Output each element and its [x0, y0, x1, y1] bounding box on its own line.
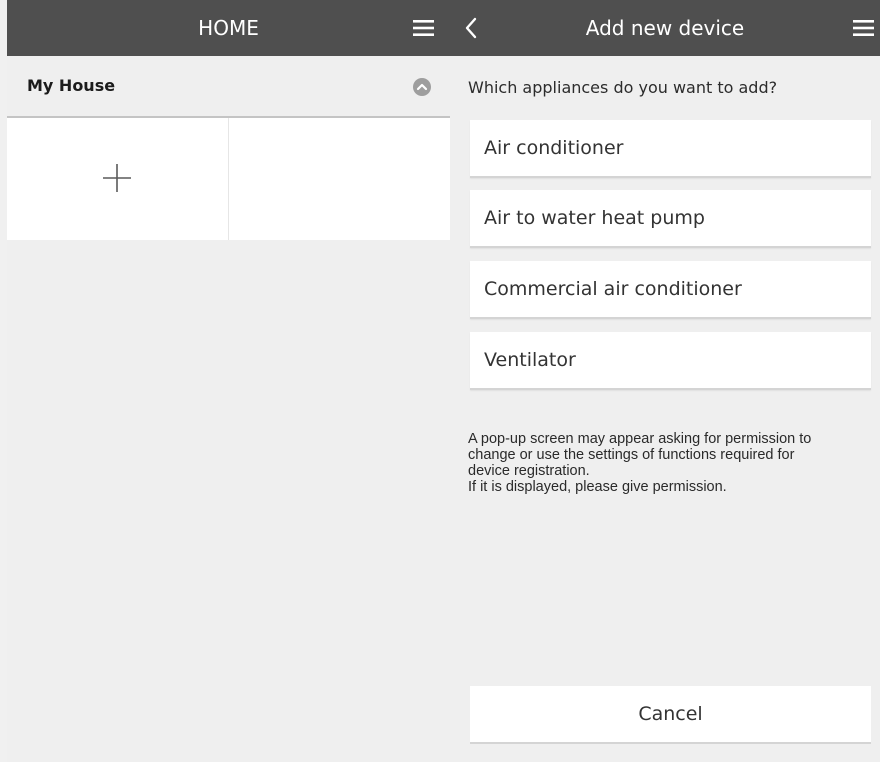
- option-air-to-water-heat-pump[interactable]: Air to water heat pump: [470, 190, 871, 248]
- option-label: Air to water heat pump: [484, 207, 705, 229]
- add-device-tile[interactable]: [7, 118, 229, 240]
- add-device-screen: Add new device Which appliances do you w…: [450, 0, 880, 762]
- note-line: A pop-up screen may appear asking for pe…: [468, 431, 812, 447]
- home-title: HOME: [198, 16, 259, 40]
- option-label: Commercial air conditioner: [484, 278, 742, 300]
- chevron-up-circle-icon[interactable]: [413, 78, 431, 96]
- option-ventilator[interactable]: Ventilator: [470, 332, 871, 390]
- cancel-label: Cancel: [638, 703, 703, 725]
- home-header: HOME: [7, 0, 450, 56]
- appliance-question: Which appliances do you want to add?: [468, 78, 778, 97]
- note-line: If it is displayed, please give permissi…: [468, 479, 727, 495]
- note-line: device registration.: [468, 463, 590, 479]
- home-screen: HOME My House: [7, 0, 450, 762]
- cancel-button[interactable]: Cancel: [470, 686, 871, 744]
- house-section-header[interactable]: My House: [7, 56, 450, 118]
- permission-note: A pop-up screen may appear asking for pe…: [468, 431, 876, 495]
- plus-icon[interactable]: [101, 162, 133, 194]
- hamburger-menu-icon[interactable]: [853, 20, 874, 36]
- device-grid: [7, 118, 450, 240]
- add-device-header: Add new device: [450, 0, 880, 56]
- hamburger-menu-icon[interactable]: [413, 20, 434, 36]
- empty-tile: [229, 118, 450, 240]
- add-device-title: Add new device: [585, 16, 745, 40]
- option-air-conditioner[interactable]: Air conditioner: [470, 120, 871, 178]
- option-commercial-air-conditioner[interactable]: Commercial air conditioner: [470, 261, 871, 319]
- option-label: Ventilator: [484, 349, 576, 371]
- option-label: Air conditioner: [484, 137, 624, 159]
- house-name-label: My House: [27, 76, 116, 95]
- note-line: change or use the settings of functions …: [468, 447, 795, 463]
